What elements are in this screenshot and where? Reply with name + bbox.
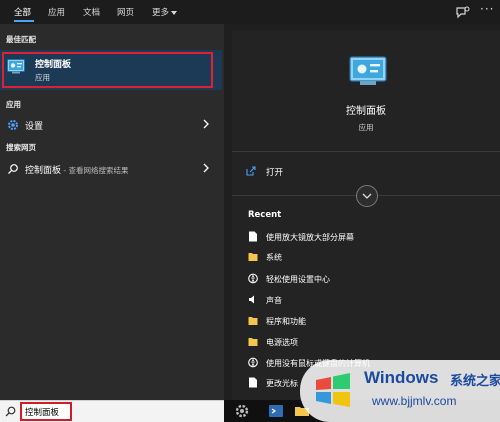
highlight-box <box>2 52 213 88</box>
web-query-hint: - 查看网络搜索结果 <box>61 166 129 175</box>
accessibility-icon <box>248 357 258 368</box>
terminal-app-icon[interactable] <box>268 403 284 419</box>
web-search-header: 搜索网页 <box>6 143 36 152</box>
recent-item-label: 系统 <box>266 253 282 262</box>
recent-item-label: 使用放大镜放大部分屏幕 <box>266 233 354 242</box>
search-results-panel: 最佳匹配 控制面板 应用 应用 设置 搜索网页 控制面板 - 查看网络搜索结果 <box>0 24 224 400</box>
recent-item[interactable]: 程序和功能 <box>246 314 486 330</box>
document-icon <box>249 231 257 242</box>
result-web-search[interactable]: 控制面板 - 查看网络搜索结果 <box>0 158 222 180</box>
chevron-right-icon <box>203 163 209 173</box>
open-icon <box>246 166 256 176</box>
recent-item-label: 更改光标 <box>266 379 298 388</box>
app-detail-panel: 控制面板 应用 打开 Recent 使用放大镜放大部分屏幕 系统 轻松使用设置中… <box>232 30 500 400</box>
result-web-search-label: 控制面板 - 查看网络搜索结果 <box>25 163 129 176</box>
control-panel-icon <box>349 56 387 85</box>
chevron-down-icon <box>362 193 372 199</box>
web-query: 控制面板 <box>25 166 62 176</box>
watermark-title: Windows <box>364 368 439 387</box>
recent-item[interactable]: 轻松使用设置中心 <box>246 272 486 288</box>
open-button[interactable]: 打开 <box>246 164 486 180</box>
folder-icon <box>248 338 258 346</box>
recent-item[interactable]: 系统 <box>246 250 486 266</box>
tab-documents[interactable]: 文档 <box>83 6 100 18</box>
tab-more[interactable]: 更多 <box>152 6 178 18</box>
search-input[interactable]: 控制面板 <box>25 406 59 418</box>
recent-item-label: 轻松使用设置中心 <box>266 275 330 284</box>
chevron-down-icon <box>171 10 178 15</box>
recent-item[interactable]: 电源选项 <box>246 335 486 351</box>
result-settings[interactable]: 设置 <box>0 114 222 136</box>
tab-more-label: 更多 <box>152 8 170 18</box>
more-options-icon[interactable]: ··· <box>480 2 494 16</box>
recent-item-label: 电源选项 <box>266 338 298 347</box>
watermark: Windows 系统之家 www.bjjmlv.com <box>300 360 500 422</box>
tab-apps[interactable]: 应用 <box>48 6 65 18</box>
search-bar[interactable]: 控制面板 <box>0 400 224 422</box>
recent-item-label: 程序和功能 <box>266 317 306 326</box>
watermark-cn: 系统之家 <box>450 374 500 389</box>
document-icon <box>249 377 257 388</box>
result-settings-label: 设置 <box>25 122 44 132</box>
tab-all[interactable]: 全部 <box>14 6 31 18</box>
search-icon <box>8 164 18 174</box>
settings-app-icon[interactable] <box>234 403 250 419</box>
recent-item-label: 声音 <box>266 296 282 305</box>
tab-web[interactable]: 网页 <box>117 6 134 18</box>
search-input-highlight[interactable]: 控制面板 <box>20 402 72 421</box>
gear-icon <box>8 120 18 130</box>
windows-logo-icon <box>316 373 350 407</box>
speaker-icon <box>249 295 254 304</box>
open-label: 打开 <box>266 168 284 178</box>
active-tab-indicator <box>14 20 34 22</box>
recent-item[interactable]: 声音 <box>246 293 486 309</box>
app-title: 控制面板 <box>346 106 386 117</box>
expand-button[interactable] <box>356 185 378 207</box>
chevron-right-icon <box>203 119 209 129</box>
accessibility-icon <box>248 273 258 284</box>
watermark-url: www.bjjmlv.com <box>372 394 457 408</box>
folder-icon <box>248 317 258 325</box>
feedback-icon[interactable] <box>455 5 471 19</box>
search-icon <box>5 406 16 417</box>
divider <box>232 151 500 152</box>
recent-header: Recent <box>248 210 282 220</box>
apps-header: 应用 <box>6 100 21 109</box>
best-match-header: 最佳匹配 <box>6 35 36 44</box>
app-type: 应用 <box>358 123 374 132</box>
recent-item[interactable]: 使用放大镜放大部分屏幕 <box>246 230 486 246</box>
search-filter-bar: 全部 应用 文档 网页 更多 ··· <box>0 0 500 24</box>
folder-icon <box>248 253 258 261</box>
